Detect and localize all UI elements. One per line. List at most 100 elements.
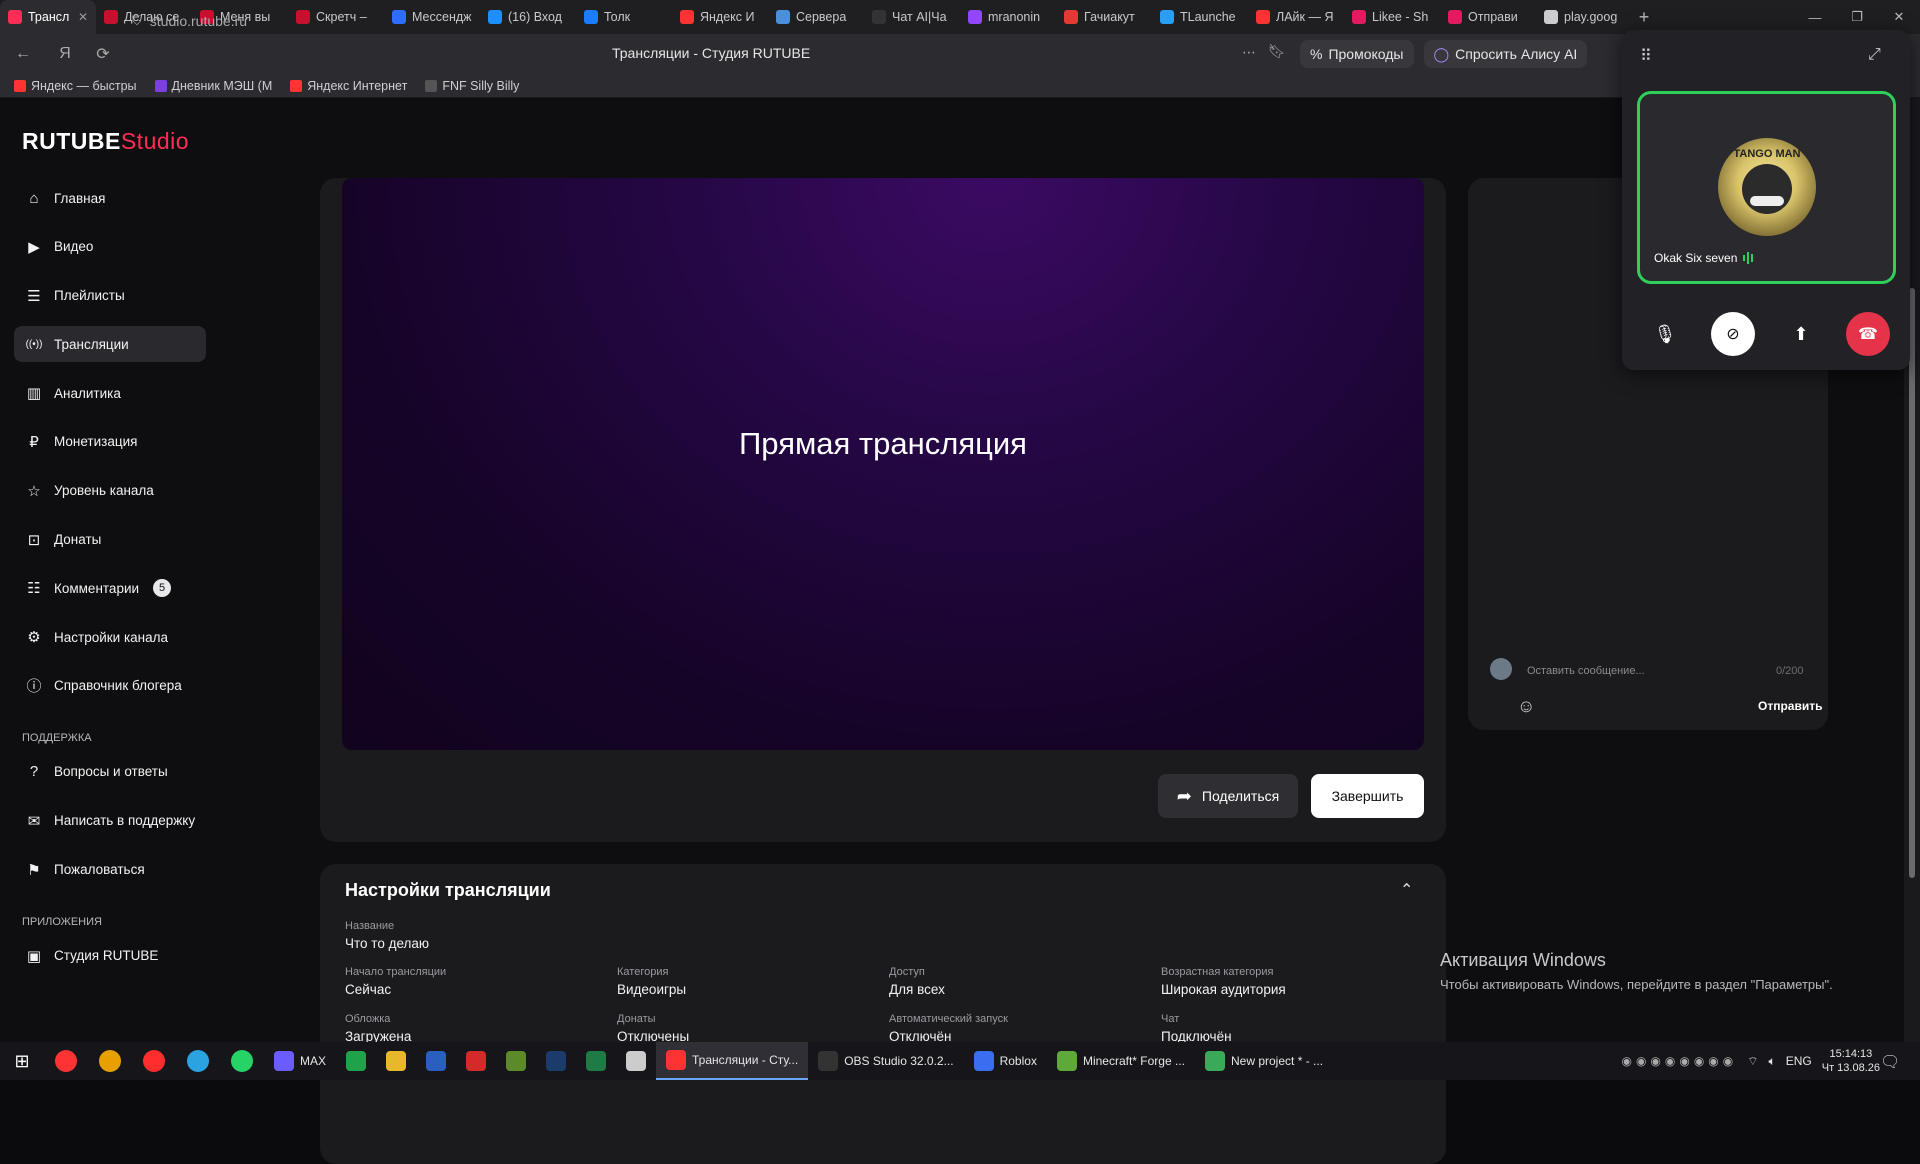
reload-icon[interactable]: ⟳	[88, 44, 118, 64]
camera-off-button[interactable]: ⊘	[1711, 312, 1755, 356]
sidebar-item[interactable]: ☆ Уровень канала	[14, 473, 206, 509]
url-field[interactable]: ⛉ studio.rutube.ru	[132, 8, 1262, 34]
taskbar-app[interactable]: Minecraft* Forge ...	[1047, 1042, 1195, 1080]
expand-icon[interactable]: ⤢	[1868, 46, 1881, 64]
promo-button[interactable]: % Промокоды	[1300, 40, 1414, 68]
sidebar-item[interactable]: ⚑ Пожаловаться	[14, 852, 206, 888]
sidebar-item[interactable]: ▥ Аналитика	[14, 375, 206, 411]
notification-icon[interactable]: 🗨︎	[1880, 1052, 1900, 1072]
browser-tab[interactable]: play.goog	[1536, 0, 1632, 34]
bookmark-icon[interactable]: 🔖︎	[1268, 43, 1286, 60]
yandex-home-icon[interactable]: Я	[50, 45, 80, 63]
finish-stream-button[interactable]: Завершить	[1311, 774, 1424, 818]
taskbar-app[interactable]: Трансляции - Сту...	[656, 1042, 809, 1080]
field-name: Название Что то делаю	[345, 920, 430, 951]
sidebar-item-label: Видео	[54, 239, 94, 255]
clock[interactable]: 15:14:13 Чт 13.08.26	[1822, 1047, 1880, 1075]
rutube-studio-logo[interactable]: RUTUBEStudio	[22, 128, 189, 155]
yandex-browser-icon[interactable]	[44, 1042, 88, 1080]
gear-icon: ⚙	[27, 629, 41, 647]
tab-favicon-icon	[1448, 10, 1462, 24]
sidebar-item[interactable]: ☰ Плейлисты	[14, 278, 206, 314]
microphone-button[interactable]: 🎙︎	[1643, 312, 1687, 356]
sidebar-item[interactable]: ⊡ Донаты	[14, 522, 206, 558]
taskbar-app-label: New project * - ...	[1231, 1054, 1324, 1068]
sidebar-item[interactable]: ▶ Видео	[14, 229, 206, 265]
field-value: Для всех	[889, 982, 945, 997]
tray-icons[interactable]: ◉◉◉◉◉◉◉◉	[1621, 1054, 1737, 1068]
taskbar-app-icon	[973, 1051, 994, 1071]
chat-message-input[interactable]: Оставить сообщение...	[1527, 665, 1645, 677]
bookmark-item[interactable]: Дневник МЭШ (М	[154, 79, 272, 93]
back-icon[interactable]: ←	[8, 45, 38, 63]
taskbar-app-label: Roblox	[999, 1054, 1037, 1068]
minimize-button[interactable]: —	[1794, 10, 1836, 25]
sidebar-item[interactable]: ⚙ Настройки канала	[14, 619, 206, 655]
sidebar-item[interactable]: ✉ Написать в поддержку	[14, 803, 206, 839]
whatsapp-icon-glyph	[231, 1050, 253, 1072]
taskbar-app[interactable]: Roblox	[964, 1042, 1047, 1080]
share-icon: ➦	[1176, 785, 1192, 806]
emoji-icon[interactable]: ☺	[1517, 696, 1535, 717]
taskbar-app[interactable]	[576, 1042, 616, 1080]
taskbar-app-icon	[1205, 1051, 1225, 1071]
page-scrollbar-thumb[interactable]	[1909, 288, 1915, 878]
new-tab-button[interactable]: +	[1632, 7, 1656, 28]
settings-field: Доступ Для всех	[889, 966, 945, 997]
hang-up-button[interactable]: ☎︎	[1846, 312, 1890, 356]
bookmark-item[interactable]: Яндекс — быстры	[14, 79, 137, 93]
taskbar-app[interactable]: MAX	[264, 1042, 336, 1080]
drag-handle-icon[interactable]: ⠿	[1640, 46, 1652, 66]
yandex-icon[interactable]	[132, 1042, 176, 1080]
taskbar-app[interactable]: OBS Studio 32.0.2...	[808, 1042, 963, 1080]
sidebar-item[interactable]: ⓘ Справочник блогера	[14, 668, 206, 704]
sidebar-item[interactable]: ▣ Студия RUTUBE	[14, 938, 206, 974]
sidebar-item[interactable]: ((•)) Трансляции	[14, 326, 206, 363]
more-icon[interactable]: ⋯	[1242, 44, 1256, 61]
taskbar-app[interactable]	[416, 1042, 456, 1080]
chrome-icon[interactable]	[88, 1042, 132, 1080]
settings-field: Возрастная категория Широкая аудитория	[1161, 966, 1286, 997]
taskbar-app[interactable]: New project * - ...	[1195, 1042, 1333, 1080]
sidebar-item-label: Плейлисты	[54, 288, 125, 304]
volume-icon[interactable]: 🔈︎	[1769, 1054, 1776, 1069]
sidebar-item[interactable]: ? Вопросы и ответы	[14, 754, 206, 790]
sidebar-item[interactable]: ₽ Монетизация	[14, 424, 206, 460]
telegram-icon[interactable]	[176, 1042, 220, 1080]
browser-tab[interactable]: Likee - Sh	[1344, 0, 1440, 34]
taskbar-app[interactable]	[336, 1042, 376, 1080]
whatsapp-icon[interactable]	[220, 1042, 264, 1080]
browser-tab[interactable]: Трансл ✕	[0, 0, 96, 34]
comments-icon: ☷	[27, 580, 41, 598]
taskbar-app[interactable]	[376, 1042, 416, 1080]
tab-favicon-icon	[1352, 10, 1366, 24]
microphone-icon: 🎙︎	[1653, 323, 1677, 344]
restore-button[interactable]: ❐	[1836, 9, 1878, 25]
chat-send-button[interactable]: Отправить	[1758, 699, 1822, 713]
sidebar-item[interactable]: ⌂ Главная	[14, 180, 206, 216]
language-indicator[interactable]: ENG	[1786, 1054, 1812, 1068]
bookmark-item[interactable]: Яндекс Интернет	[290, 79, 407, 93]
ask-alice-button[interactable]: ◯ Спросить Алису AI	[1423, 40, 1588, 68]
chat-char-counter: 0/200	[1776, 665, 1804, 677]
tab-label: Трансл	[28, 10, 70, 24]
taskbar-app[interactable]	[616, 1042, 656, 1080]
bookmark-item[interactable]: FNF Silly Billy	[425, 79, 519, 93]
shield-icon: ⛉	[132, 13, 142, 28]
start-button[interactable]: ⊞	[0, 1042, 44, 1080]
sidebar-item-label: Трансляции	[54, 336, 129, 352]
sidebar-item-label: Аналитика	[54, 385, 121, 401]
taskbar-app[interactable]	[496, 1042, 536, 1080]
close-window-button[interactable]: ✕	[1878, 9, 1920, 25]
browser-tab[interactable]: ЛАйк — Я	[1248, 0, 1344, 34]
taskbar-app[interactable]	[536, 1042, 576, 1080]
stream-player[interactable]: Прямая трансляция	[342, 178, 1424, 750]
sidebar-item[interactable]: ☷ Комментарии 5	[14, 570, 206, 606]
network-icon[interactable]: ⌔	[1747, 1054, 1758, 1069]
collapse-icon[interactable]: ⌃	[1400, 880, 1413, 900]
share-button[interactable]: ➦ Поделиться	[1158, 774, 1298, 818]
screen-share-button[interactable]: ⬆︎	[1779, 312, 1823, 356]
taskbar-app[interactable]	[456, 1042, 496, 1080]
close-tab-icon[interactable]: ✕	[78, 10, 88, 24]
browser-tab[interactable]: Отправи	[1440, 0, 1536, 34]
